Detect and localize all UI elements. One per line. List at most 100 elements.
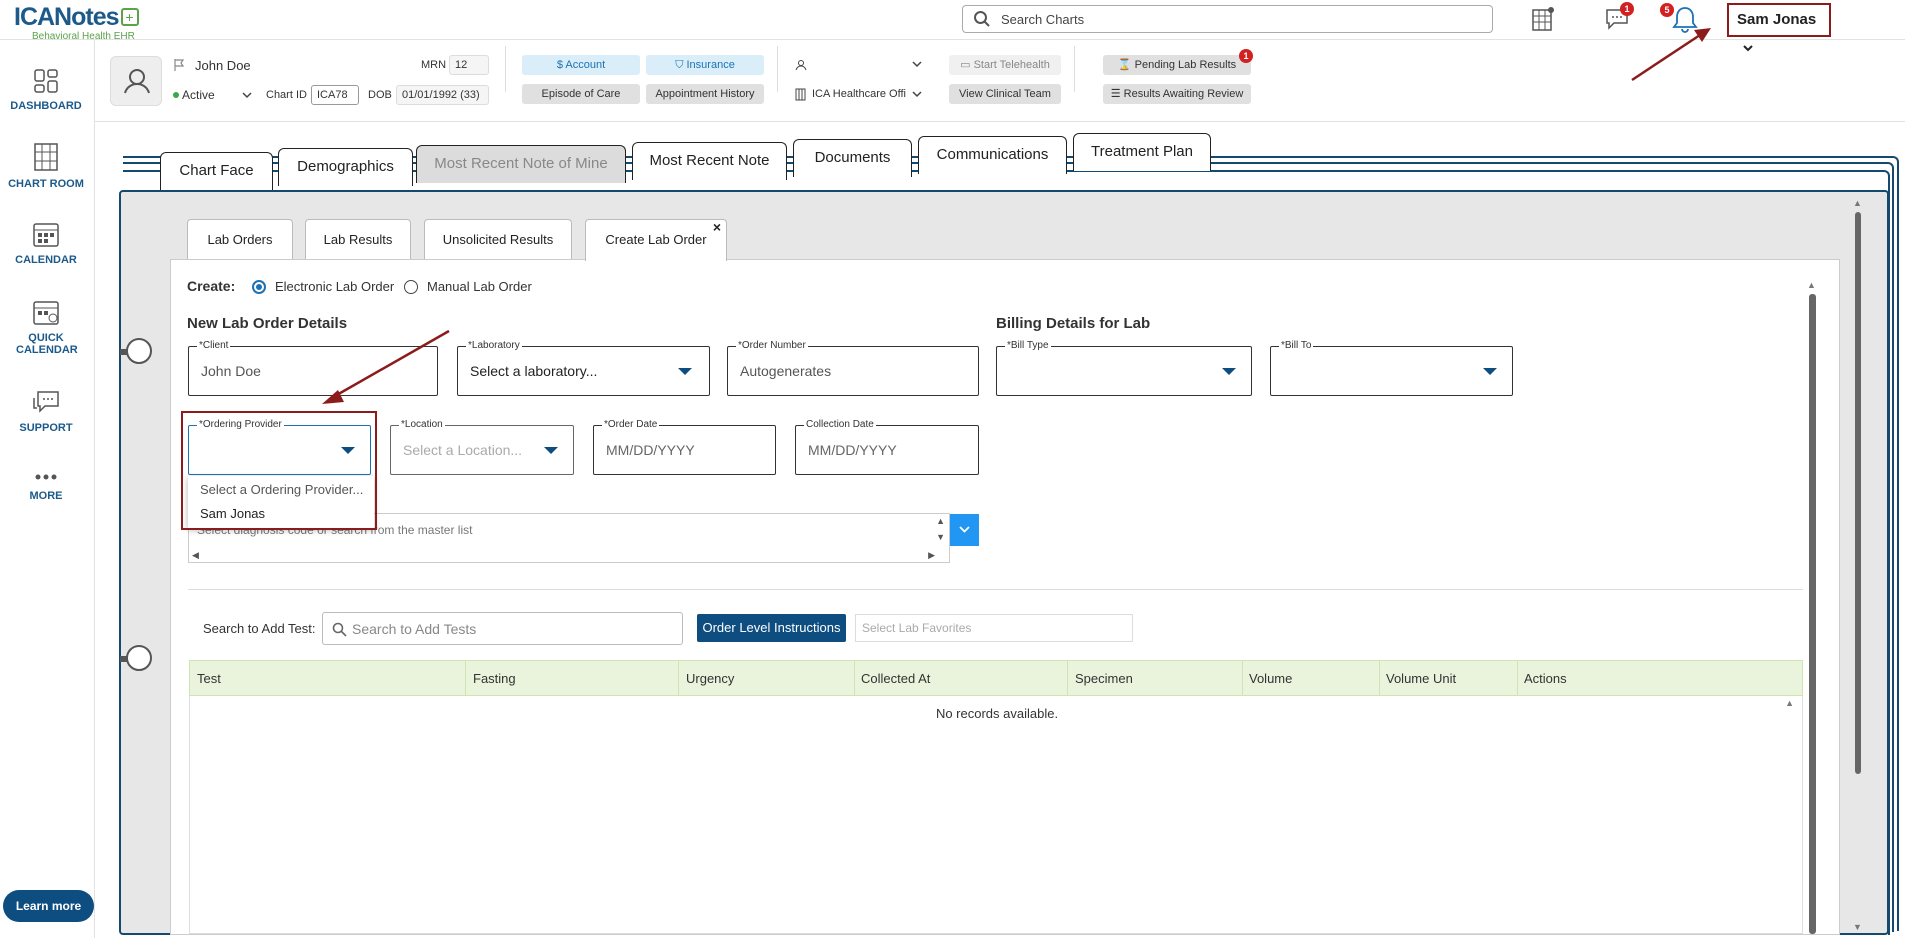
form-scrollbar[interactable] [1809, 294, 1816, 934]
subtab-unsolicited-results[interactable]: Unsolicited Results [424, 219, 572, 259]
scroll-up-icon[interactable]: ▲ [1853, 198, 1862, 208]
column-header-collected-at[interactable]: Collected At [861, 671, 930, 686]
search-tests-placeholder: Search to Add Tests [352, 621, 477, 637]
view-clinical-team-button[interactable]: View Clinical Team [949, 84, 1061, 104]
divider [188, 589, 1803, 590]
chart-id-label: Chart ID [266, 89, 307, 101]
close-icon[interactable]: × [713, 207, 721, 247]
calendar-icon [33, 223, 59, 247]
patient-status: Active [182, 88, 215, 102]
column-header-specimen[interactable]: Specimen [1075, 671, 1133, 686]
laboratory-select[interactable]: *Laboratory Select a laboratory... [457, 340, 710, 396]
sidebar-item-calendar[interactable]: CALENDAR [0, 220, 92, 266]
order-date-input[interactable]: *Order Date MM/DD/YYYY [593, 419, 776, 475]
start-telehealth-button[interactable]: ▭ Start Telehealth [949, 55, 1061, 75]
chart-room-icon[interactable] [1531, 6, 1555, 32]
person-icon [124, 69, 150, 94]
insurance-button[interactable]: ⛉ Insurance [646, 55, 764, 75]
sidebar-item-dashboard[interactable]: DASHBOARD [0, 68, 92, 112]
order-number-field[interactable]: *Order Number Autogenerates [727, 340, 979, 396]
collection-date-input[interactable]: Collection Date MM/DD/YYYY [795, 419, 979, 475]
provider-select[interactable] [790, 55, 930, 75]
column-header-test[interactable]: Test [197, 671, 221, 686]
column-divider [465, 661, 466, 697]
diagnosis-dropdown-button[interactable] [950, 514, 979, 546]
column-divider [1242, 661, 1243, 697]
subtab-lab-results[interactable]: Lab Results [305, 219, 411, 259]
order-date-label: *Order Date [602, 419, 660, 430]
scroll-down-icon[interactable]: ▼ [1853, 922, 1862, 932]
binder-scrollbar[interactable] [1855, 212, 1861, 774]
support-icon [33, 391, 59, 413]
building-icon [795, 88, 806, 101]
scroll-right-icon[interactable]: ▶ [928, 550, 935, 561]
order-number-label: *Order Number [736, 340, 808, 351]
brand-name: ICANotes [14, 3, 120, 31]
pending-lab-results-badge: 1 [1239, 49, 1253, 63]
tab-demographics[interactable]: Demographics [278, 148, 413, 186]
column-divider [1517, 661, 1518, 697]
tab-most-recent-note-of-mine[interactable]: Most Recent Note of Mine [416, 145, 626, 183]
scroll-up-icon[interactable]: ▲ [1785, 698, 1794, 708]
collection-date-placeholder: MM/DD/YYYY [808, 442, 897, 458]
learn-more-button[interactable]: Learn more [3, 890, 94, 922]
column-header-actions[interactable]: Actions [1524, 671, 1567, 686]
scroll-up-icon[interactable]: ▲ [936, 516, 945, 526]
chevron-down-icon [242, 92, 252, 99]
account-button[interactable]: $ Account [522, 55, 640, 75]
app-logo[interactable]: ICANotes + Behavioral Health EHR [14, 3, 139, 42]
location-label: *Location [399, 419, 445, 430]
lab-favorites-select[interactable]: Select Lab Favorites [855, 614, 1133, 642]
patient-status-select[interactable]: Active [170, 85, 252, 105]
user-menu-button[interactable]: Sam Jonas [1727, 3, 1831, 52]
chart-id-value: ICA78 [311, 85, 359, 105]
search-charts-input[interactable]: Search Charts [962, 5, 1493, 33]
order-level-instructions-button[interactable]: Order Level Instructions [697, 614, 846, 642]
sidebar-item-chart-room[interactable]: CHART ROOM [0, 142, 92, 190]
search-icon [974, 11, 990, 27]
empty-message: No records available. [935, 706, 1059, 721]
episode-of-care-button[interactable]: Episode of Care [522, 84, 640, 104]
tests-grid-header: Test Fasting Urgency Collected At Specim… [189, 660, 1803, 697]
client-field[interactable]: *Client John Doe [188, 340, 438, 396]
facility-select[interactable]: ICA Healthcare Offi [790, 84, 930, 104]
tab-documents[interactable]: Documents [793, 139, 912, 177]
subtab-lab-orders[interactable]: Lab Orders [187, 219, 293, 259]
scroll-down-icon[interactable]: ▼ [936, 532, 945, 542]
location-placeholder: Select a Location... [403, 442, 523, 458]
sidebar-item-support[interactable]: SUPPORT [0, 390, 92, 434]
pending-lab-results-button[interactable]: ⌛ Pending Lab Results [1103, 55, 1251, 75]
divider [777, 46, 778, 92]
column-header-urgency[interactable]: Urgency [686, 671, 734, 686]
appointment-history-button[interactable]: Appointment History [646, 84, 764, 104]
bill-type-select[interactable]: *Bill Type [996, 340, 1252, 396]
tab-most-recent-note[interactable]: Most Recent Note [632, 142, 787, 180]
column-header-volume[interactable]: Volume [1249, 671, 1292, 686]
tab-treatment-plan[interactable]: Treatment Plan [1073, 133, 1211, 171]
sidebar-item-more[interactable]: MORE [0, 470, 92, 502]
tab-chart-face[interactable]: Chart Face [160, 152, 273, 190]
search-tests-input[interactable]: Search to Add Tests [322, 612, 683, 645]
chevron-down-icon [912, 61, 922, 68]
location-select[interactable]: *Location Select a Location... [390, 419, 574, 475]
create-label: Create: [187, 278, 236, 294]
electronic-lab-order-radio[interactable] [252, 280, 266, 294]
results-awaiting-review-button[interactable]: ☰ Results Awaiting Review [1103, 84, 1251, 104]
flag-icon[interactable] [173, 58, 185, 72]
scroll-up-icon[interactable]: ▲ [1807, 280, 1816, 290]
scroll-left-icon[interactable]: ◀ [192, 550, 199, 561]
manual-lab-order-radio[interactable] [404, 280, 418, 294]
avatar[interactable] [110, 56, 162, 106]
column-header-volume-unit[interactable]: Volume Unit [1386, 671, 1456, 686]
list-icon: ☰ [1110, 88, 1124, 100]
tab-communications[interactable]: Communications [918, 136, 1067, 174]
subtab-create-lab-order[interactable]: Create Lab Order × [585, 219, 727, 261]
person-icon [795, 60, 807, 71]
sidebar-item-quick-calendar[interactable]: QUICK CALENDAR [0, 298, 92, 356]
new-lab-order-details-heading: New Lab Order Details [187, 315, 348, 332]
bill-to-select[interactable]: *Bill To [1270, 340, 1513, 396]
client-value: John Doe [201, 363, 261, 379]
column-header-fasting[interactable]: Fasting [473, 671, 516, 686]
bell-icon[interactable] [1672, 5, 1698, 33]
laboratory-label: *Laboratory [466, 340, 522, 351]
